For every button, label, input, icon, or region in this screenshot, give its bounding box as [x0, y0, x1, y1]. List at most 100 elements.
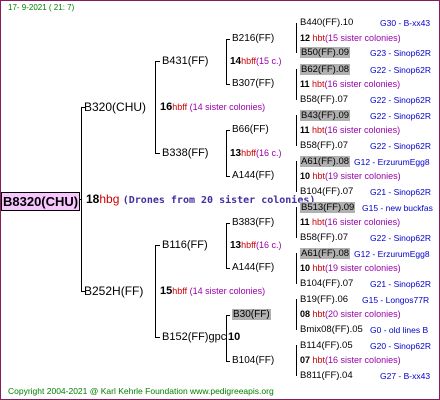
connector: [226, 315, 230, 316]
hb-code: hbt: [312, 263, 326, 273]
year: 13: [230, 240, 242, 251]
sire-queen[interactable]: B320(CHU): [84, 101, 146, 113]
gen4-queen[interactable]: B440(FF).10: [300, 18, 353, 28]
lineage-tag: G21 - Sinop62R: [370, 187, 431, 197]
sister-colonies: (20 sister colonies): [325, 309, 401, 319]
connector: [226, 361, 230, 362]
sister-colonies: (16 c.): [255, 148, 282, 158]
lineage-tag: G22 - Sinop62R: [370, 111, 431, 121]
gen4-queen[interactable]: Bmix08(FF).05: [300, 325, 363, 335]
gen4-queen[interactable]: B62(FF).08: [300, 64, 351, 75]
lineage-tag: G12 - ErzurumEgg8: [354, 157, 430, 167]
connector: [296, 253, 297, 284]
gen3-queen[interactable]: B307(FF): [232, 79, 274, 89]
root-queen[interactable]: B8320(CHU): [1, 192, 81, 211]
gen4-queen[interactable]: A61(FF).08: [300, 156, 351, 167]
gen4-queen[interactable]: B104(FF).07: [300, 279, 353, 289]
gen4-queen[interactable]: B43(FF).09: [300, 110, 351, 121]
gen4-queen[interactable]: B104(FF).07: [300, 187, 353, 197]
gen3-queen[interactable]: B66(FF): [232, 125, 269, 135]
connector: [226, 39, 230, 40]
gen3-queen[interactable]: B383(FF): [232, 218, 274, 228]
connector: [226, 130, 227, 177]
gen3-queen[interactable]: A144(FF): [232, 171, 274, 181]
gen3-queen[interactable]: A144(FF): [232, 263, 274, 273]
hb-code: hbt: [312, 355, 326, 365]
sister-colonies: (19 sister colonies): [325, 263, 401, 273]
gen4-queen[interactable]: B19(FF).06: [300, 295, 348, 305]
connector: [296, 115, 297, 146]
gen4-queen[interactable]: A61(FF).08: [300, 248, 351, 259]
hb-code: hbff: [172, 286, 188, 296]
connector: [155, 245, 160, 246]
sister-colonies: (16 sister colonies): [325, 355, 401, 365]
hb-code: hbt: [312, 79, 325, 89]
gen3-info: 12 hbt(15 sister colonies): [300, 34, 401, 43]
year: 08: [300, 309, 311, 319]
connector: [155, 61, 160, 62]
connector: [296, 207, 297, 238]
connector: [226, 223, 230, 224]
lineage-tag: G22 - Sinop62R: [370, 233, 431, 243]
gen4-queen[interactable]: B58(FF).07: [300, 233, 348, 243]
gen2-queen[interactable]: B152(FF)gpc: [162, 332, 226, 343]
drones-origin: (Drones from 20 sister colonies): [122, 195, 316, 206]
gen3-queen-name: B30(FF): [232, 309, 271, 320]
gen2-queen[interactable]: B431(FF): [162, 56, 208, 67]
hb-code: hbff: [172, 102, 188, 112]
hb-code: hbt: [312, 33, 326, 43]
gen2-queen[interactable]: B116(FF): [162, 240, 208, 251]
gen4-queen[interactable]: B811(FF).04: [300, 371, 353, 381]
sister-colonies: (15 sister colonies): [325, 33, 401, 43]
hb-code: hbt: [312, 309, 326, 319]
year: 11: [300, 217, 310, 227]
footer-copyright: Copyright 2004-2021 @ Karl Kehrle Founda…: [8, 386, 274, 396]
gen4-queen[interactable]: B114(FF).05: [300, 341, 353, 351]
gen2-queen[interactable]: B338(FF): [162, 148, 208, 159]
connector: [296, 23, 297, 53]
lineage-tag: G22 - Sinop62R: [370, 95, 431, 105]
lineage-tag: G23 - Sinop62R: [370, 48, 431, 58]
year: 10: [300, 263, 311, 273]
gen4-queen-name: B62(FF).08: [300, 64, 351, 75]
dam-info: 15hbff (14 sister colonies): [160, 286, 265, 297]
year: 16: [160, 101, 173, 113]
sister-colonies: (16 c.): [255, 240, 282, 250]
sister-colonies: (14 sister colonies): [189, 102, 266, 112]
gen3-queen[interactable]: B104(FF): [232, 356, 274, 366]
gen4-queen-name: B50(FF).09: [300, 47, 351, 58]
connector: [226, 176, 230, 177]
sister-colonies: (15 c.): [255, 56, 282, 66]
gen2-info: 10: [228, 332, 240, 343]
sister-colonies: (19 sister colonies): [325, 171, 401, 181]
generated-date: 17- 9-2021 ( 21: 7): [8, 3, 75, 12]
gen4-queen[interactable]: B58(FF).07: [300, 95, 348, 105]
hb-code: hbff: [241, 56, 256, 66]
connector: [296, 69, 297, 100]
connector: [226, 268, 230, 269]
year: 10: [228, 331, 241, 343]
connector: [155, 245, 156, 338]
connector: [81, 107, 82, 292]
gen3-info: 11 hbt(16 sister colonies): [300, 218, 400, 227]
dam-queen[interactable]: B252H(FF): [84, 285, 143, 297]
gen4-queen[interactable]: B58(FF).07: [300, 141, 348, 151]
year: 14: [230, 56, 242, 67]
connector: [226, 130, 230, 131]
gen3-queen[interactable]: B216(FF): [232, 34, 274, 44]
lineage-tag: G20 - Sinop62R: [370, 341, 431, 351]
connector: [296, 161, 297, 192]
hb-code: hbt: [312, 217, 325, 227]
gen2-info: 13hbff(16 c.): [230, 149, 282, 159]
year: 12: [300, 33, 311, 43]
lineage-tag: G22 - Sinop62R: [370, 65, 431, 75]
gen4-queen[interactable]: B513(FF).09: [300, 202, 356, 213]
year: 13: [230, 148, 242, 159]
gen4-queen-name: B43(FF).09: [300, 110, 351, 121]
gen3-queen[interactable]: B30(FF): [232, 309, 271, 320]
connector: [155, 61, 156, 154]
sister-colonies: (14 sister colonies): [189, 286, 266, 296]
gen4-queen[interactable]: B50(FF).09: [300, 47, 351, 58]
gen4-queen-name: B513(FF).09: [300, 202, 356, 213]
gen3-info: 07 hbt(16 sister colonies): [300, 356, 401, 365]
